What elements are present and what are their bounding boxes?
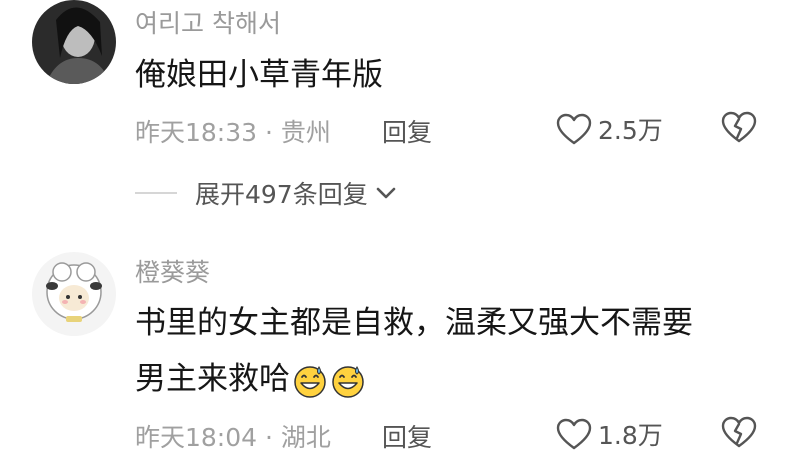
comment-text-line-1: 书里的女主都是自救，温柔又强大不需要 (135, 305, 693, 341)
avatar[interactable] (32, 252, 116, 336)
grinning-sweat-emoji-icon (332, 365, 364, 398)
reply-button[interactable]: 回复 (382, 418, 432, 454)
comment-item: 橙葵葵 书里的女主都是自救，温柔又强大不需要 男主来救哈 昨天18:04 · 湖… (0, 0, 800, 472)
dislike-button[interactable] (721, 416, 757, 452)
broken-heart-icon (721, 416, 757, 448)
grinning-sweat-emoji-icon (294, 365, 326, 398)
username[interactable]: 橙葵葵 (135, 253, 210, 289)
time-location: 昨天18:04 · 湖北 (135, 423, 331, 452)
comment-text-line-2-text: 男主来救哈 (135, 361, 290, 397)
like-button[interactable]: 1.8万 (556, 416, 663, 452)
heart-icon (556, 418, 592, 450)
comment-text-line-2: 男主来救哈 (135, 352, 366, 406)
like-count: 1.8万 (598, 421, 663, 450)
